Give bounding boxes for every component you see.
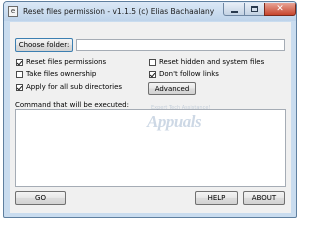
maximize-icon [251, 6, 258, 12]
checkbox-box[interactable] [16, 83, 23, 91]
reset-hidden-system-checkbox[interactable]: Reset hidden and system files [149, 58, 264, 66]
app-window: e Reset files permission - v1.1.5 (c) El… [3, 1, 297, 218]
advanced-button[interactable]: Advanced [148, 82, 196, 95]
checkbox-box[interactable] [149, 58, 156, 66]
checkbox-label: Reset files permissions [26, 58, 107, 66]
checkbox-label: Take files ownership [26, 70, 97, 78]
take-ownership-checkbox[interactable]: Take files ownership [16, 70, 96, 78]
checkbox-label: Reset hidden and system files [159, 58, 265, 66]
apply-subdirectories-checkbox[interactable]: Apply for all sub directories [16, 83, 122, 91]
window-title: Reset files permission - v1.1.5 (c) Elia… [23, 7, 215, 16]
about-button[interactable]: ABOUT [243, 191, 285, 205]
reset-permissions-checkbox[interactable]: Reset files permissions [16, 58, 106, 66]
command-label: Command that will be executed: [15, 101, 129, 109]
command-textarea[interactable] [15, 109, 286, 187]
minimize-icon [230, 10, 238, 13]
minimize-button[interactable] [223, 3, 245, 16]
close-button[interactable]: ✕ [264, 3, 296, 16]
maximize-button[interactable] [244, 3, 265, 16]
dialog-body: Choose folder: Reset files permissions T… [10, 22, 291, 213]
checkbox-box[interactable] [149, 70, 156, 78]
checkbox-label: Apply for all sub directories [26, 83, 123, 91]
title-bar[interactable]: e Reset files permission - v1.1.5 (c) El… [4, 2, 296, 21]
close-icon: ✕ [276, 3, 284, 14]
checkbox-box[interactable] [16, 70, 23, 78]
choose-folder-button[interactable]: Choose folder: [15, 38, 73, 52]
dont-follow-links-checkbox[interactable]: Don't follow links [149, 70, 219, 78]
help-button[interactable]: HELP [195, 191, 238, 205]
go-button[interactable]: GO [15, 191, 66, 205]
checkbox-label: Don't follow links [159, 70, 219, 78]
checkbox-box[interactable] [16, 58, 23, 66]
folder-path-field[interactable] [76, 39, 285, 51]
app-icon: e [8, 6, 18, 17]
